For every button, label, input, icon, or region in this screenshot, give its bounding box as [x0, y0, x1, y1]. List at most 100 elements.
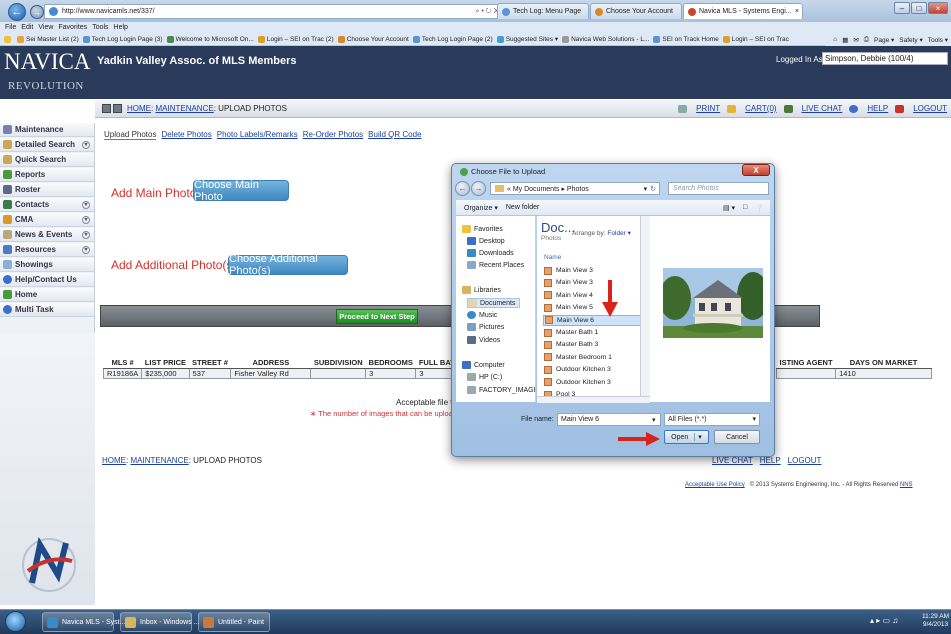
fav-link[interactable]: SEI on Track Home — [653, 35, 719, 43]
forward-button[interactable]: → — [30, 5, 44, 19]
nav-computer[interactable]: Computer — [462, 361, 505, 369]
fav-link[interactable]: Tech Log Login Page (2) — [412, 35, 493, 43]
sidebar-item-reports[interactable]: Reports — [0, 168, 94, 182]
expand-icon[interactable]: ▾ — [82, 141, 90, 149]
fav-link[interactable]: Choose Your Account — [337, 35, 409, 43]
sidebar-item-help-contact[interactable]: Help/Contact Us — [0, 273, 94, 287]
system-tray-icons[interactable]: ▴ ▸ ▭ ♫ — [870, 616, 898, 625]
footer-maintenance-link[interactable]: MAINTENANCE — [130, 456, 188, 465]
expand-icon[interactable]: ▾ — [82, 216, 90, 224]
open-button[interactable]: Open ▾ — [664, 430, 709, 444]
file-item[interactable]: Main View 5 — [543, 302, 645, 313]
organize-menu[interactable]: Organize ▾ — [464, 204, 498, 212]
menu-favorites[interactable]: Favorites — [58, 24, 87, 31]
filetype-select[interactable]: All Files (*.*) ▾ — [664, 413, 760, 426]
dialog-path-bar[interactable]: « My Documents ▸ Photos ▾ ↻ — [490, 182, 660, 195]
fav-link[interactable]: Login – SEI on Trac — [722, 35, 789, 43]
choose-additional-photos-button[interactable]: Choose Additional Photo(s) — [228, 253, 348, 277]
path-dropdown-icon[interactable]: ▾ — [644, 185, 648, 193]
tab-tech-log[interactable]: Tech Log: Menu Page — [497, 3, 589, 19]
print-icon[interactable]: ⎙ — [864, 36, 869, 44]
proceed-next-step-button[interactable]: Proceed to Next Step — [336, 309, 418, 324]
file-item[interactable]: Outdoor Kitchen 3 — [543, 377, 645, 388]
menu-tools[interactable]: Tools — [92, 24, 108, 31]
fav-link[interactable]: Navica Web Solutions - L... — [562, 35, 649, 43]
file-list-scrollbar[interactable] — [640, 216, 650, 402]
filename-input[interactable]: Main View 6 — [557, 413, 661, 426]
views-icon[interactable]: ▤ ▾ — [723, 204, 735, 212]
cancel-button[interactable]: Cancel — [714, 430, 760, 444]
open-dropdown-icon[interactable]: ▾ — [694, 433, 702, 441]
tools-menu[interactable]: Tools ▾ — [928, 36, 948, 44]
maximize-button[interactable]: □ — [911, 2, 927, 14]
expand-icon[interactable]: ▾ — [82, 246, 90, 254]
sidebar-item-home[interactable]: Home — [0, 288, 94, 302]
live-chat-link[interactable]: LIVE CHAT — [783, 104, 842, 113]
grid-icon[interactable] — [102, 104, 111, 113]
footer-help-link[interactable]: HELP — [760, 456, 781, 465]
fav-link[interactable]: Welcome to Microsoft On... — [166, 35, 254, 43]
menu-edit[interactable]: Edit — [21, 24, 33, 31]
tab-build-qr[interactable]: Build QR Code — [368, 130, 421, 140]
nav-favorites[interactable]: Favorites — [462, 225, 503, 233]
expand-icon[interactable]: ▾ — [82, 231, 90, 239]
task-paint[interactable]: Untitled - Paint — [198, 612, 270, 632]
nns-link[interactable]: NNS — [900, 482, 913, 488]
start-button[interactable] — [5, 611, 26, 632]
nav-desktop[interactable]: Desktop — [467, 237, 505, 245]
sidebar-item-quick-search[interactable]: Quick Search — [0, 153, 94, 167]
sidebar-item-contacts[interactable]: Contacts ▾ — [0, 198, 94, 212]
tab-upload-photos[interactable]: Upload Photos — [104, 130, 157, 140]
sidebar-item-maintenance[interactable]: Maintenance — [0, 123, 94, 137]
menu-view[interactable]: View — [38, 24, 53, 31]
nav-music[interactable]: Music — [467, 311, 497, 319]
tab-photo-labels[interactable]: Photo Labels/Remarks — [217, 130, 298, 140]
tab-delete-photos[interactable]: Delete Photos — [161, 130, 211, 140]
favorites-star-icon[interactable] — [4, 35, 13, 43]
help-link[interactable]: HELP — [849, 104, 888, 113]
file-list-hscrollbar[interactable] — [537, 396, 650, 403]
dialog-forward-button[interactable]: → — [471, 181, 486, 196]
minimize-button[interactable]: – — [894, 2, 910, 14]
clock[interactable]: 11:29 AM 9/4/2013 — [922, 613, 949, 629]
footer-live-chat-link[interactable]: LIVE CHAT — [712, 456, 753, 465]
menu-help[interactable]: Help — [114, 24, 128, 31]
fav-link[interactable]: Tech Log Login Page (3) — [82, 35, 163, 43]
footer-logout-link[interactable]: LOGOUT — [788, 456, 822, 465]
sidebar-item-roster[interactable]: Roster — [0, 183, 94, 197]
print-link[interactable]: PRINT — [678, 104, 720, 113]
close-window-button[interactable]: × — [928, 2, 948, 14]
nav-factory-image[interactable]: FACTORY_IMAGI — [467, 386, 536, 394]
preview-pane-icon[interactable]: □ — [743, 204, 747, 211]
tab-choose-account[interactable]: Choose Your Account — [590, 3, 682, 19]
dialog-search-input[interactable]: Search Photos — [668, 182, 769, 195]
arrange-by-dropdown[interactable]: Folder ▾ — [607, 230, 631, 237]
nav-hp-c-drive[interactable]: HP (C:) — [467, 373, 502, 381]
nav-videos[interactable]: Videos — [467, 336, 500, 344]
dialog-help-icon[interactable]: ❔ — [755, 204, 764, 212]
tab-navica-mls[interactable]: Navica MLS - Systems Engi... × — [683, 3, 803, 19]
cart-link[interactable]: CART(0) — [727, 104, 777, 113]
safety-menu[interactable]: Safety ▾ — [899, 36, 923, 44]
file-item[interactable]: Main View 4 — [543, 290, 645, 301]
table-row[interactable]: R19186A $235,000 537 Fisher Valley Rd 3 … — [102, 367, 459, 379]
file-item[interactable]: Main View 6 — [543, 314, 645, 326]
address-bar[interactable]: http://www.navicamls.net/337/ ⌕ • ↻ ✕ — [44, 4, 504, 19]
dialog-close-button[interactable]: X — [742, 164, 770, 176]
task-inbox[interactable]: Inbox - Windows ... — [120, 612, 200, 632]
breadcrumb-maintenance[interactable]: MAINTENANCE — [155, 104, 213, 113]
footer-home-link[interactable]: HOME — [102, 456, 126, 465]
logged-in-user[interactable]: Simpson, Debbie (100/4) — [822, 52, 948, 65]
sidebar-item-multi-task[interactable]: Multi Task — [0, 303, 94, 317]
address-search-refresh-icons[interactable]: ⌕ • ↻ ✕ — [476, 8, 499, 16]
column-name-header[interactable]: Name — [544, 254, 561, 261]
sidebar-item-news-events[interactable]: News & Events ▾ — [0, 228, 94, 242]
tab-reorder-photos[interactable]: Re-Order Photos — [303, 130, 363, 140]
sidebar-item-showings[interactable]: Showings — [0, 258, 94, 272]
task-navica[interactable]: Navica MLS - Syst... — [42, 612, 125, 632]
fav-link[interactable]: Login – SEI on Trac (2) — [257, 35, 334, 43]
mail-icon[interactable]: ✉ — [853, 36, 858, 44]
nav-documents[interactable]: Documents — [467, 298, 521, 308]
sidebar-item-cma[interactable]: CMA ▾ — [0, 213, 94, 227]
sidebar-item-detailed-search[interactable]: Detailed Search ▾ — [0, 138, 94, 152]
